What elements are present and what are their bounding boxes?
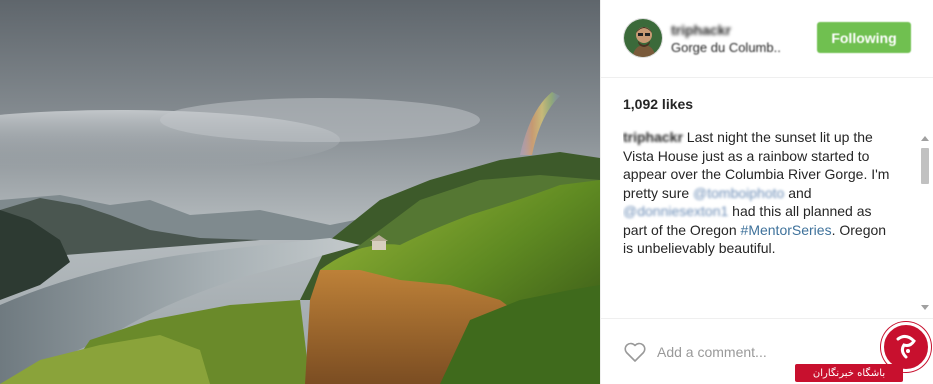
mention-2[interactable]: @donniesexton1 — [623, 203, 728, 219]
caption-text-2: and — [784, 184, 812, 201]
likes-count[interactable]: 1,092 likes — [623, 96, 693, 112]
watermark-logo: باشگاه خبرنگاران — [795, 318, 933, 384]
following-button[interactable]: Following — [817, 22, 911, 53]
scroll-thumb[interactable] — [921, 148, 929, 184]
post-photo[interactable] — [0, 0, 600, 384]
hashtag[interactable]: #MentorSeries — [741, 222, 832, 238]
watermark-text: باشگاه خبرنگاران — [795, 364, 903, 382]
caption-area[interactable]: triphackr Last night the sunset lit up t… — [623, 128, 913, 314]
scroll-down-arrow[interactable] — [921, 305, 929, 310]
location[interactable]: Gorge du Columb.. — [671, 40, 781, 55]
scroll-up-arrow[interactable] — [921, 136, 929, 141]
caption-username[interactable]: triphackr — [623, 129, 683, 145]
username[interactable]: triphackr — [671, 22, 731, 38]
heart-outline-icon[interactable] — [623, 341, 647, 363]
post-header: triphackr Gorge du Columb.. Following — [601, 0, 933, 78]
mention-1[interactable]: @tomboiphoto — [693, 185, 784, 201]
caption-scrollbar[interactable] — [919, 132, 931, 312]
caption: triphackr Last night the sunset lit up t… — [623, 128, 893, 258]
avatar[interactable] — [623, 18, 663, 58]
landscape-photo — [0, 0, 600, 384]
